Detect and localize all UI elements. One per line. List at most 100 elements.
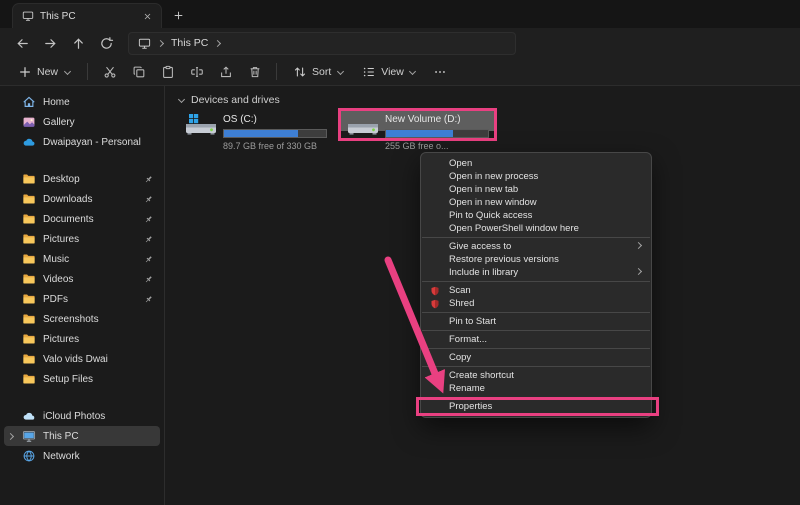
menu-item-label: Open <box>449 158 643 169</box>
menu-item-format[interactable]: Format... <box>421 333 651 346</box>
menu-item-scan[interactable]: Scan <box>421 284 651 297</box>
menu-item-label: Open PowerShell window here <box>449 223 643 234</box>
sidebar-item-pictures[interactable]: Pictures <box>4 229 160 249</box>
sidebar-item-network[interactable]: Network <box>4 446 160 466</box>
sort-button-label: Sort <box>312 66 331 78</box>
cut-button[interactable] <box>96 60 123 83</box>
new-button-label: New <box>37 66 58 78</box>
sidebar-item-home[interactable]: Home <box>4 92 160 112</box>
back-arrow-icon <box>15 36 30 51</box>
view-button-label: View <box>381 66 404 78</box>
home-icon <box>22 95 36 109</box>
menu-item-rename[interactable]: Rename <box>421 382 651 395</box>
sidebar-item-pdfs[interactable]: PDFs <box>4 289 160 309</box>
sidebar-item-music[interactable]: Music <box>4 249 160 269</box>
menu-item-label: Pin to Quick access <box>449 210 643 221</box>
menu-separator <box>422 281 650 282</box>
menu-item-give-access-to[interactable]: Give access to <box>421 240 651 253</box>
share-button[interactable] <box>212 60 239 83</box>
toolbar-separator <box>87 63 88 80</box>
forward-arrow-icon <box>43 36 58 51</box>
menu-item-open-in-new-window[interactable]: Open in new window <box>421 196 651 209</box>
new-tab-button[interactable] <box>168 5 188 25</box>
more-options-button[interactable] <box>427 60 454 83</box>
pin-icon <box>143 174 154 185</box>
delete-button[interactable] <box>241 60 268 83</box>
menu-item-copy[interactable]: Copy <box>421 351 651 364</box>
tab-this-pc[interactable]: This PC <box>12 3 162 28</box>
plus-icon <box>18 65 32 79</box>
titlebar: This PC <box>0 0 800 28</box>
sidebar-item-setup-files[interactable]: Setup Files <box>4 369 160 389</box>
menu-item-open-powershell-window-here[interactable]: Open PowerShell window here <box>421 222 651 235</box>
view-icon <box>362 65 376 79</box>
network-icon <box>22 449 36 463</box>
pin-icon <box>143 294 154 305</box>
menu-separator <box>422 366 650 367</box>
folder-icon <box>22 232 36 246</box>
cut-icon <box>103 65 117 79</box>
sidebar-item-this-pc[interactable]: This PC <box>4 426 160 446</box>
tab-close-icon[interactable] <box>139 8 155 24</box>
new-button[interactable]: New <box>10 60 79 83</box>
sidebar-item-screenshots[interactable]: Screenshots <box>4 309 160 329</box>
share-icon <box>219 65 233 79</box>
menu-separator <box>422 237 650 238</box>
folder-icon <box>22 352 36 366</box>
sidebar-item-label: Music <box>43 254 136 265</box>
sidebar-item-gallery[interactable]: Gallery <box>4 112 160 132</box>
drive-tile-new-volume-d[interactable]: New Volume (D:)255 GB free o... <box>343 111 493 153</box>
context-menu: OpenOpen in new processOpen in new tabOp… <box>420 152 652 418</box>
sidebar-item-icloud-photos[interactable]: iCloud Photos <box>4 406 160 426</box>
menu-item-create-shortcut[interactable]: Create shortcut <box>421 369 651 382</box>
chevron-down-icon <box>177 96 185 104</box>
sidebar-item-label: Dwaipayan - Personal <box>43 137 154 148</box>
view-button[interactable]: View <box>354 60 425 83</box>
sidebar-item-desktop[interactable]: Desktop <box>4 169 160 189</box>
annotation-highlight-box <box>416 397 659 416</box>
sidebar-item-downloads[interactable]: Downloads <box>4 189 160 209</box>
menu-item-shred[interactable]: Shred <box>421 297 651 310</box>
sidebar-item-label: Pictures <box>43 234 136 245</box>
address-bar[interactable]: This PC <box>128 32 516 55</box>
folder-icon <box>22 172 36 186</box>
chevron-right-icon <box>214 39 222 47</box>
menu-item-pin-to-quick-access[interactable]: Pin to Quick access <box>421 209 651 222</box>
menu-item-include-in-library[interactable]: Include in library <box>421 266 651 279</box>
up-arrow-button[interactable] <box>66 31 91 55</box>
devices-and-drives-header[interactable]: Devices and drives <box>177 92 800 107</box>
drive-info: OS (C:)89.7 GB free of 330 GB <box>223 113 327 151</box>
sidebar-item-valo-vids-dwai[interactable]: Valo vids Dwai <box>4 349 160 369</box>
rename-button[interactable] <box>183 60 210 83</box>
menu-item-open-in-new-tab[interactable]: Open in new tab <box>421 183 651 196</box>
breadcrumb-this-pc[interactable]: This PC <box>171 37 208 49</box>
sidebar-item-dwaipayan-personal[interactable]: Dwaipayan - Personal <box>4 132 160 152</box>
drive-tile-os-c[interactable]: OS (C:)89.7 GB free of 330 GB <box>181 111 331 153</box>
menu-item-properties[interactable]: Properties <box>421 400 651 413</box>
chevron-down-icon <box>336 68 344 76</box>
copy-button[interactable] <box>125 60 152 83</box>
sort-button[interactable]: Sort <box>285 60 352 83</box>
menu-item-open[interactable]: Open <box>421 157 651 170</box>
sidebar-item-documents[interactable]: Documents <box>4 209 160 229</box>
sidebar-item-label: This PC <box>43 431 154 442</box>
os-drive-icon <box>185 113 217 151</box>
menu-item-label: Open in new tab <box>449 184 643 195</box>
toolbar-separator <box>276 63 277 80</box>
command-toolbar: New Sort View <box>0 58 800 86</box>
menu-item-label: Rename <box>449 383 643 394</box>
monitor-icon <box>22 10 34 22</box>
paste-button[interactable] <box>154 60 181 83</box>
nav-buttons <box>10 31 119 55</box>
sidebar-item-label: Valo vids Dwai <box>43 354 154 365</box>
sidebar-item-videos[interactable]: Videos <box>4 269 160 289</box>
menu-item-open-in-new-process[interactable]: Open in new process <box>421 170 651 183</box>
tab-title: This PC <box>40 11 133 22</box>
forward-arrow-button[interactable] <box>38 31 63 55</box>
back-arrow-button[interactable] <box>10 31 35 55</box>
refresh-button[interactable] <box>94 31 119 55</box>
pin-icon <box>143 194 154 205</box>
menu-item-restore-previous-versions[interactable]: Restore previous versions <box>421 253 651 266</box>
menu-item-pin-to-start[interactable]: Pin to Start <box>421 315 651 328</box>
sidebar-item-pictures[interactable]: Pictures <box>4 329 160 349</box>
